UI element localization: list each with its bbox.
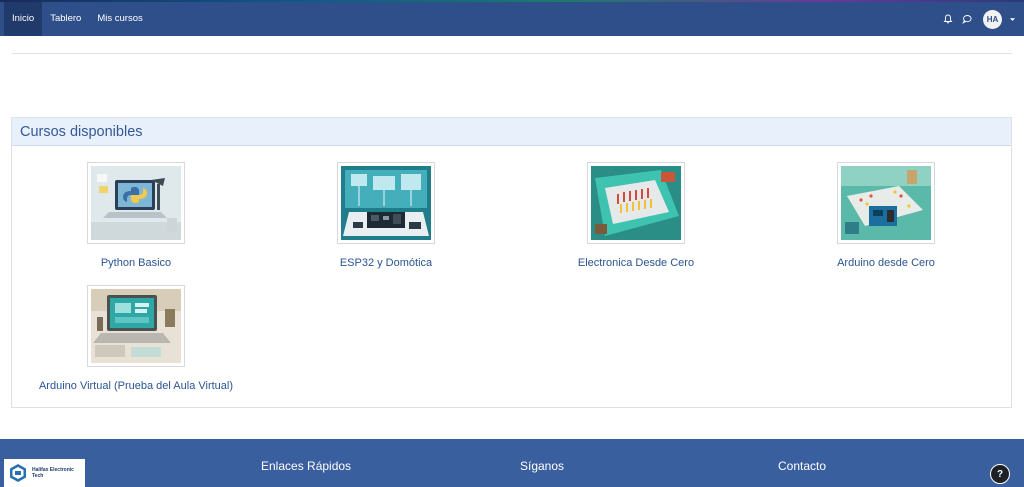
footer-heading-enlaces: Enlaces Rápidos bbox=[261, 459, 352, 473]
user-toolbar: HA bbox=[942, 2, 1016, 36]
available-courses-panel: Cursos disponibles Python Basico ESP32 y… bbox=[11, 117, 1012, 408]
course-name[interactable]: Python Basico bbox=[26, 257, 246, 269]
course-name[interactable]: Arduino desde Cero bbox=[776, 257, 996, 269]
user-avatar[interactable]: HA bbox=[983, 9, 1002, 29]
logo-icon bbox=[10, 464, 26, 482]
footer-heading-contacto: Contacto bbox=[778, 459, 827, 473]
course-name[interactable]: Electronica Desde Cero bbox=[526, 257, 746, 269]
site-footer: Halifax Electronic Tech Enlaces Rápidos … bbox=[0, 439, 1024, 487]
panel-header: Cursos disponibles bbox=[12, 118, 1011, 146]
course-card-esp32-domotica[interactable]: ESP32 y Domótica bbox=[276, 162, 496, 269]
course-card-arduino-desde-cero[interactable]: Arduino desde Cero bbox=[776, 162, 996, 269]
navbar-accent-strip bbox=[0, 0, 1024, 2]
chat-bubble-icon[interactable] bbox=[961, 13, 973, 25]
course-image[interactable] bbox=[87, 285, 185, 367]
course-name[interactable]: Arduino Virtual (Prueba del Aula Virtual… bbox=[26, 380, 246, 392]
footer-heading-siganos: Síganos bbox=[520, 459, 565, 473]
course-card-python-basico[interactable]: Python Basico bbox=[26, 162, 246, 269]
nav-item-inicio[interactable]: Inicio bbox=[4, 2, 43, 36]
course-image[interactable] bbox=[587, 162, 685, 244]
top-navbar: Inicio Tablero Mis cursos HA bbox=[0, 0, 1024, 36]
panel-title: Cursos disponibles bbox=[20, 124, 143, 140]
course-card-electronica-desde-cero[interactable]: Electronica Desde Cero bbox=[526, 162, 746, 269]
footer-logo[interactable]: Halifax Electronic Tech bbox=[4, 459, 85, 487]
bell-icon[interactable] bbox=[942, 13, 954, 25]
nav-item-tablero[interactable]: Tablero bbox=[42, 2, 89, 36]
primary-navigation: Inicio Tablero Mis cursos bbox=[4, 2, 151, 36]
course-card-arduino-virtual[interactable]: Arduino Virtual (Prueba del Aula Virtual… bbox=[26, 285, 246, 392]
header-divider bbox=[12, 53, 1012, 54]
chevron-down-icon[interactable] bbox=[1009, 16, 1016, 23]
nav-item-mis-cursos[interactable]: Mis cursos bbox=[89, 2, 150, 36]
course-image[interactable] bbox=[337, 162, 435, 244]
course-name[interactable]: ESP32 y Domótica bbox=[276, 257, 496, 269]
help-button[interactable]: ? bbox=[990, 464, 1010, 484]
course-image[interactable] bbox=[837, 162, 935, 244]
course-image[interactable] bbox=[87, 162, 185, 244]
logo-text: Halifax Electronic Tech bbox=[32, 467, 74, 479]
